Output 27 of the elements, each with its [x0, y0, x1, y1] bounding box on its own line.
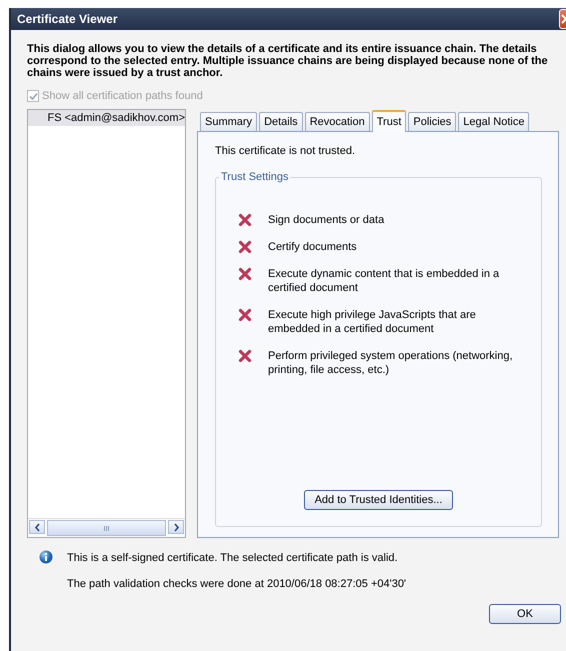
permission-label: Sign documents or data [268, 213, 384, 227]
tab[interactable]: Details [259, 112, 303, 131]
trust-status: This certificate is not trusted. [215, 145, 356, 157]
status-message: This is a self-signed certificate. The selected certificate path is valid. [67, 552, 399, 564]
scroll-right-icon[interactable] [168, 520, 184, 534]
null[interactable]: OK [489, 604, 561, 624]
permission-label: Execute high privilege JavaScripts that are embedded in a certified document [268, 308, 477, 336]
info-icon [39, 550, 53, 564]
horizontal-scrollbar[interactable] [28, 518, 185, 537]
window-title: Certificate Viewer [17, 12, 118, 26]
certificate-entry[interactable]: FS <admin@sadikhov.com> [28, 110, 185, 126]
tab[interactable]: Summary [200, 112, 258, 131]
permission-label: Certify documents [268, 240, 357, 254]
scroll-left-icon[interactable] [29, 520, 45, 534]
null[interactable]: Add to Trusted Identities... [304, 490, 454, 510]
permission-label: Perform privileged system operations (networking, printing, file access, etc.) [268, 349, 514, 377]
scroll-thumb[interactable] [47, 520, 166, 536]
intro-text: This dialog allows you to view the details of a certificate and its entire issuance chain. The details correspond to the selected entry. Multiple issuance chains are being displayed because none of the chains were issued by a trust anchor. [27, 43, 549, 79]
group-title: Trust Settings [220, 171, 290, 183]
close-button[interactable] [559, 9, 566, 29]
tab[interactable]: Legal Notice [458, 112, 530, 131]
status-message: The path validation checks were done at 2010/06/18 08:27:05 +04'30' [67, 578, 406, 590]
checkbox-label: Show all certification paths found [42, 90, 203, 102]
tab[interactable]: Trust [372, 110, 406, 132]
tab[interactable]: Revocation [304, 112, 370, 131]
tab[interactable]: Policies [408, 112, 456, 131]
permission-label: Execute dynamic content that is embedded in a certified document [268, 267, 500, 295]
